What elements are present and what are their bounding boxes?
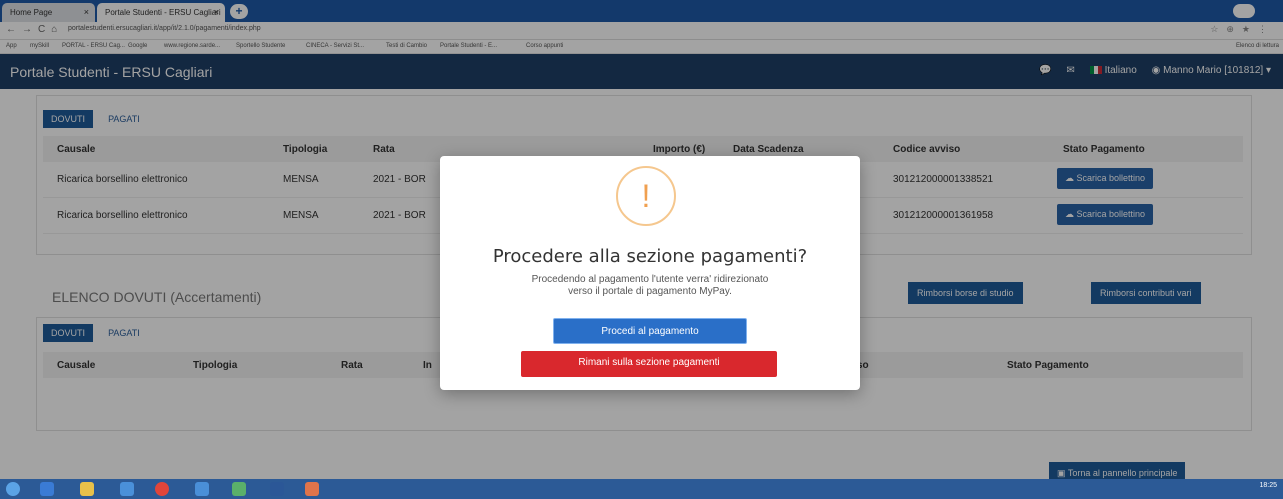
proceed-payment-button[interactable]: Procedi al pagamento [553,318,747,344]
dialog-text: Procedendo al pagamento l'utente verra' … [440,274,860,298]
dialog-title: Procedere alla sezione pagamenti? [492,246,808,267]
start-icon[interactable] [6,482,20,496]
app-icon[interactable] [305,482,319,496]
word-icon[interactable] [270,482,284,496]
app-icon[interactable] [195,482,209,496]
folder-icon[interactable] [80,482,94,496]
warning-icon: ! [616,166,676,226]
app-icon[interactable] [40,482,54,496]
clock: 18:25 [1259,482,1277,489]
app-icon[interactable] [232,482,246,496]
chrome-icon[interactable] [155,482,169,496]
dialog-text-line: verso il portale di pagamento MyPay. [568,286,732,297]
dialog-text-line: Procedendo al pagamento l'utente verra' … [531,274,769,285]
app-icon[interactable] [120,482,134,496]
os-taskbar: 18:25 [0,479,1283,499]
payment-confirm-dialog: ! Procedere alla sezione pagamenti? Proc… [440,156,860,390]
stay-on-page-button[interactable]: Rimani sulla sezione pagamenti [521,351,777,377]
